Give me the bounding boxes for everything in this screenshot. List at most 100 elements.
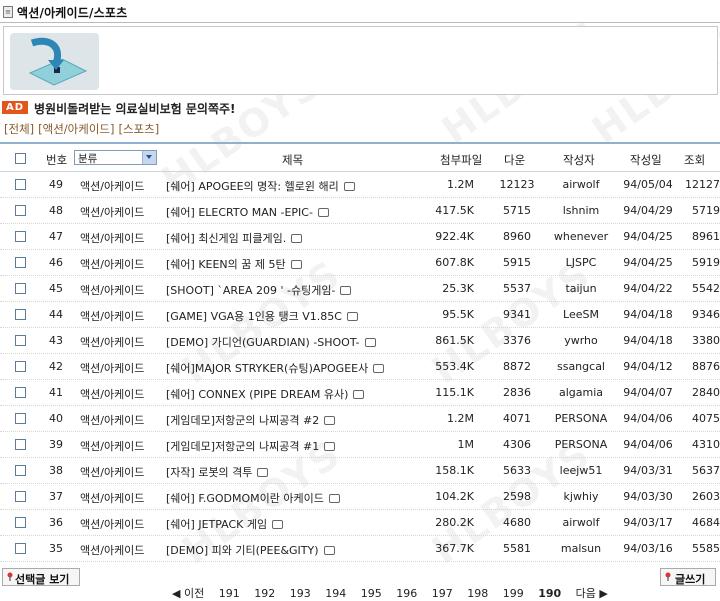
post-category: 액션/아케이드: [80, 388, 145, 401]
attachment-size[interactable]: 1M: [414, 438, 475, 451]
post-title-link[interactable]: [DEMO] 피와 기티(PEE&GITY): [166, 544, 319, 557]
row-checkbox[interactable]: [15, 335, 26, 346]
post-author[interactable]: airwolf: [546, 516, 616, 529]
post-category: 액션/아케이드: [80, 284, 145, 297]
post-title-link[interactable]: [DEMO] 가디언(GUARDIAN) -SHOOT-: [166, 336, 360, 349]
attachment-size[interactable]: 1.2M: [414, 178, 474, 191]
attachment-size[interactable]: 115.1K: [414, 386, 474, 399]
post-author[interactable]: LJSPC: [546, 256, 616, 269]
attachment-size[interactable]: 367.7K: [414, 542, 474, 555]
post-author[interactable]: taijun: [546, 282, 616, 295]
row-checkbox[interactable]: [15, 205, 26, 216]
post-title-link[interactable]: [자작] 로봇의 격투: [166, 466, 252, 479]
post-author[interactable]: PERSONA: [546, 412, 616, 425]
hit-count: 5719: [692, 204, 720, 217]
post-title-link[interactable]: [쉐어] CONNEX (PIPE DREAM 유사): [166, 388, 348, 401]
view-selected-button[interactable]: 선택글 보기: [2, 568, 80, 586]
post-author[interactable]: LeeSM: [546, 308, 616, 321]
row-checkbox[interactable]: [15, 231, 26, 242]
row-checkbox[interactable]: [15, 361, 26, 372]
page-title: 액션/아케이드/스포츠: [17, 6, 128, 20]
post-title-link[interactable]: [쉐어]MAJOR STRYKER(슈팅)APOGEE사: [166, 362, 368, 375]
post-category: 액션/아케이드: [80, 206, 145, 219]
download-count: 5633: [503, 464, 531, 477]
write-button[interactable]: 글쓰기: [660, 568, 716, 586]
row-checkbox[interactable]: [15, 439, 26, 450]
post-title-link[interactable]: [쉐어] KEEN의 꿈 제 5탄: [166, 258, 286, 271]
header-divider: [0, 22, 720, 23]
select-all-checkbox[interactable]: [15, 153, 26, 164]
post-author[interactable]: kjwhiy: [546, 490, 616, 503]
post-author[interactable]: leejw51: [546, 464, 616, 477]
post-title-link[interactable]: [쉐어] 최신게임 피클게임.: [166, 232, 286, 245]
post-title-link[interactable]: [게임데모]저항군의 나찌공격 #2: [166, 414, 319, 427]
post-title-cell: [쉐어] CONNEX (PIPE DREAM 유사): [166, 386, 365, 402]
attachment-size[interactable]: 104.2K: [414, 490, 474, 503]
post-category: 액션/아케이드: [80, 336, 145, 349]
post-title-link[interactable]: [쉐어] APOGEE의 명작: 헬로윈 해리: [166, 180, 339, 193]
post-author[interactable]: ssangcal: [546, 360, 616, 373]
attachment-size[interactable]: 553.4K: [414, 360, 474, 373]
post-title-link[interactable]: [쉐어] JETPACK 게임: [166, 518, 267, 531]
row-checkbox[interactable]: [15, 465, 26, 476]
row-checkbox[interactable]: [15, 387, 26, 398]
post-title-cell: [쉐어] JETPACK 게임: [166, 516, 284, 532]
attachment-size[interactable]: 95.5K: [414, 308, 474, 321]
post-title-link[interactable]: [쉐어] ELECRTO MAN -EPIC-: [166, 206, 313, 219]
hit-count: 5542: [692, 282, 720, 295]
comment-icon: [317, 207, 329, 217]
attachment-size[interactable]: 25.3K: [414, 282, 474, 295]
table-row: 46 액션/아케이드 [쉐어] KEEN의 꿈 제 5탄 607.8K 5915 LJSP…: [0, 250, 720, 276]
attachment-size[interactable]: 158.1K: [414, 464, 474, 477]
post-title-cell: [SHOOT] `AREA 209 ' -슈팅게임-: [166, 282, 352, 298]
comment-icon: [364, 337, 376, 347]
header-title[interactable]: 제목: [282, 152, 303, 168]
post-author[interactable]: ywrho: [546, 334, 616, 347]
attachment-size[interactable]: 607.8K: [414, 256, 474, 269]
post-date: 94/04/29: [623, 204, 673, 217]
post-number: 37: [49, 490, 63, 503]
post-title-cell: [DEMO] 피와 기티(PEE&GITY): [166, 542, 335, 558]
download-count: 8872: [503, 360, 531, 373]
row-checkbox[interactable]: [15, 179, 26, 190]
attachment-size[interactable]: 280.2K: [414, 516, 474, 529]
header-date: 작성일: [630, 153, 662, 167]
post-category: 액션/아케이드: [80, 440, 145, 453]
row-checkbox[interactable]: [15, 283, 26, 294]
post-author[interactable]: lshnim: [546, 204, 616, 217]
comment-icon: [291, 233, 303, 243]
pin-icon: [665, 572, 671, 581]
post-author[interactable]: PERSONA: [546, 438, 616, 451]
category-select[interactable]: 분류: [74, 150, 157, 165]
post-title-link[interactable]: [SHOOT] `AREA 209 ' -슈팅게임-: [166, 284, 335, 297]
filter-action-arcade-link[interactable]: [액션/아케이드]: [38, 122, 114, 136]
post-title-link[interactable]: [게임데모]저항군의 나찌공격 #1: [166, 440, 319, 453]
attachment-size[interactable]: 1.2M: [414, 412, 474, 425]
hit-count: 12127: [685, 178, 720, 191]
post-author[interactable]: algamia: [546, 386, 616, 399]
ad-link[interactable]: 병원비돌려받는 의료실비보험 문의쪽주!: [34, 100, 236, 117]
post-title-link[interactable]: [쉐어] F.GODMOM이란 아케이드: [166, 492, 324, 505]
post-author[interactable]: malsun: [546, 542, 616, 555]
post-title-link[interactable]: [GAME] VGA용 1인용 탱크 V1.85C: [166, 310, 342, 323]
hit-count: 4310: [692, 438, 720, 451]
hit-count: 9346: [692, 308, 720, 321]
filter-all-link[interactable]: [전체]: [4, 122, 34, 136]
post-author[interactable]: whenever: [546, 230, 616, 243]
attachment-size[interactable]: 861.5K: [414, 334, 474, 347]
post-author[interactable]: airwolf: [546, 178, 616, 191]
row-checkbox[interactable]: [15, 309, 26, 320]
hit-count: 2840: [692, 386, 720, 399]
post-title-cell: [DEMO] 가디언(GUARDIAN) -SHOOT-: [166, 334, 376, 350]
attachment-size[interactable]: 922.4K: [414, 230, 474, 243]
row-checkbox[interactable]: [15, 257, 26, 268]
post-date: 94/03/16: [623, 542, 673, 555]
row-checkbox[interactable]: [15, 413, 26, 424]
comment-icon: [340, 285, 352, 295]
row-checkbox[interactable]: [15, 491, 26, 502]
filter-sports-link[interactable]: [스포츠]: [118, 122, 159, 136]
row-checkbox[interactable]: [15, 517, 26, 528]
row-checkbox[interactable]: [15, 543, 26, 554]
post-title-cell: [게임데모]저항군의 나찌공격 #1: [166, 438, 336, 454]
attachment-size[interactable]: 417.5K: [414, 204, 474, 217]
